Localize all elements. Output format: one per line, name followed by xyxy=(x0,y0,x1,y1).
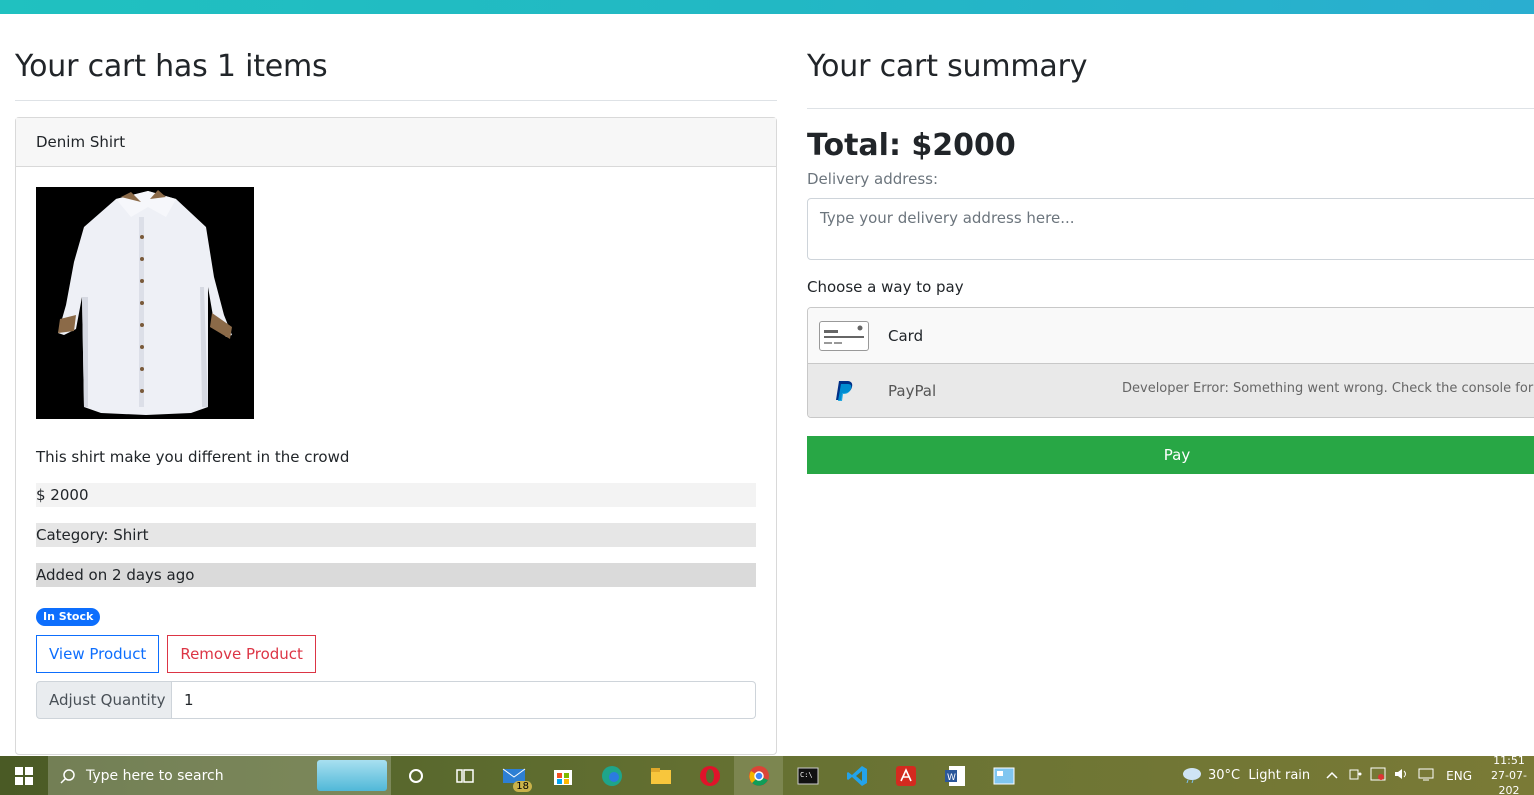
item-added-date: Added on 2 days ago xyxy=(36,563,756,587)
credit-card-icon xyxy=(819,320,869,351)
windows-taskbar: Type here to search 18 C:\ W 30°C Light … xyxy=(0,753,1534,795)
payment-label: Choose a way to pay xyxy=(807,278,964,296)
search-icon xyxy=(60,768,75,784)
divider xyxy=(15,100,777,101)
windows-logo-icon xyxy=(15,766,33,785)
item-price: $ 2000 xyxy=(36,483,756,507)
system-tray: 30°C Light rain ENG 11:51 27-07-202 xyxy=(1180,753,1534,795)
quantity-group: Adjust Quantity 1 xyxy=(36,681,756,719)
paypal-option-label: PayPal xyxy=(888,381,937,400)
meet-now-icon[interactable] xyxy=(1348,767,1362,785)
cart-heading: Your cart has 1 items xyxy=(15,49,328,84)
weather-icon[interactable] xyxy=(1180,765,1202,787)
top-accent-bar xyxy=(0,0,1534,14)
search-highlight-icon xyxy=(317,760,387,791)
security-icon[interactable] xyxy=(1370,767,1386,785)
store-icon[interactable] xyxy=(538,756,587,795)
mail-badge: 18 xyxy=(513,781,532,792)
cart-total: Total: $2000 xyxy=(807,128,1016,163)
remove-product-button[interactable]: Remove Product xyxy=(167,635,316,673)
view-product-button[interactable]: View Product xyxy=(36,635,160,673)
cart-panel: Your cart has 1 items Denim Shirt This s… xyxy=(15,14,777,755)
cart-item-card: Denim Shirt This shirt make you differen… xyxy=(15,117,777,755)
payment-option-paypal[interactable]: PayPal Developer Error: Something went w… xyxy=(808,364,1534,417)
summary-panel: Your cart summary Total: $2000 Delivery … xyxy=(807,14,1534,754)
search-placeholder: Type here to search xyxy=(86,767,224,784)
quantity-input[interactable]: 1 xyxy=(172,681,756,719)
edge-icon[interactable] xyxy=(587,756,636,795)
chrome-icon[interactable] xyxy=(734,756,783,795)
start-button[interactable] xyxy=(0,756,48,795)
item-description: This shirt make you different in the cro… xyxy=(36,448,350,466)
svg-text:C:\: C:\ xyxy=(800,771,813,779)
acrobat-icon[interactable] xyxy=(881,756,930,795)
control-panel-icon[interactable] xyxy=(979,756,1028,795)
paypal-icon xyxy=(819,380,869,402)
weather-text[interactable]: 30°C Light rain xyxy=(1208,768,1310,783)
payment-methods: Card PayPal Developer Error: Something w… xyxy=(807,307,1534,418)
stock-badge: In Stock xyxy=(36,608,101,626)
chevron-up-icon[interactable] xyxy=(1326,768,1338,783)
divider xyxy=(807,108,1534,109)
language-indicator[interactable]: ENG xyxy=(1446,769,1472,783)
cortana-icon[interactable] xyxy=(391,756,440,795)
file-explorer-icon[interactable] xyxy=(636,756,685,795)
paypal-error-message: Developer Error: Something went wrong. C… xyxy=(1122,381,1534,396)
item-category: Category: Shirt xyxy=(36,523,756,547)
task-view-icon[interactable] xyxy=(440,756,489,795)
network-icon[interactable] xyxy=(1418,767,1434,785)
payment-option-card[interactable]: Card xyxy=(808,308,1534,364)
taskbar-search[interactable]: Type here to search xyxy=(48,756,391,795)
opera-icon[interactable] xyxy=(685,756,734,795)
summary-heading: Your cart summary xyxy=(807,49,1088,84)
clock-time: 11:51 xyxy=(1493,754,1525,767)
quantity-label: Adjust Quantity xyxy=(36,681,172,719)
volume-icon[interactable] xyxy=(1394,767,1410,785)
terminal-icon[interactable]: C:\ xyxy=(783,756,832,795)
address-label: Delivery address: xyxy=(807,170,939,188)
item-name: Denim Shirt xyxy=(16,118,776,167)
card-option-label: Card xyxy=(888,326,924,345)
clock-date: 27-07-202 xyxy=(1491,769,1527,795)
mail-icon[interactable]: 18 xyxy=(489,756,538,795)
vscode-icon[interactable] xyxy=(832,756,881,795)
address-textarea[interactable]: Type your delivery address here... xyxy=(807,198,1534,260)
clock[interactable]: 11:51 27-07-202 xyxy=(1484,753,1534,795)
product-image[interactable] xyxy=(36,187,254,419)
pay-button[interactable]: Pay xyxy=(807,436,1534,474)
svg-text:W: W xyxy=(947,773,956,783)
word-icon[interactable]: W xyxy=(930,756,979,795)
